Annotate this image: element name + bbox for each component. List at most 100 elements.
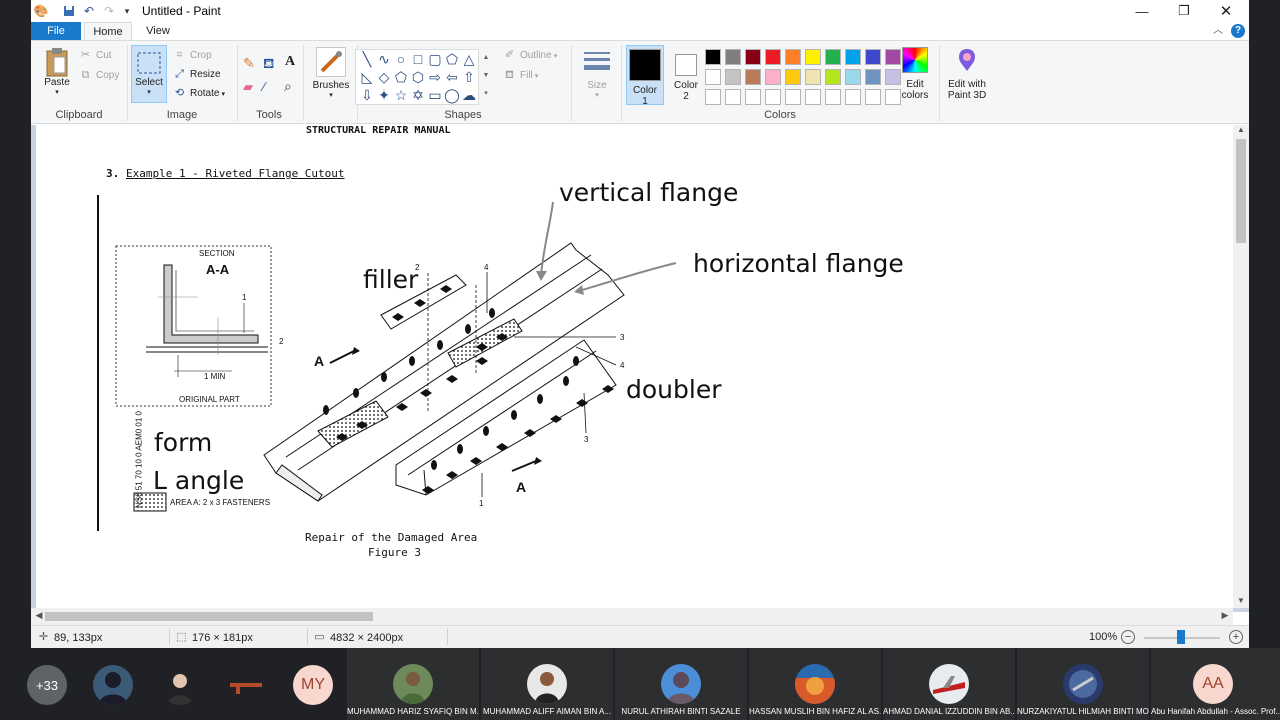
participant-tile[interactable]: NURUL ATHIRAH BINTI SAZALE (615, 648, 747, 720)
up-arrow-shape-icon[interactable]: ⇧ (460, 68, 478, 86)
resize-button[interactable]: ⤢ Resize (173, 68, 220, 81)
diamond-shape-icon[interactable]: ◇ (375, 68, 393, 86)
save-icon[interactable] (61, 3, 77, 19)
size-button[interactable]: Size ▾ (577, 47, 617, 99)
copy-button[interactable]: ⧉ Copy (79, 69, 120, 82)
palette-color-swatch[interactable] (805, 69, 821, 85)
six-point-star-icon[interactable]: ✡ (409, 86, 427, 104)
collapse-ribbon-icon[interactable]: ︿ (1211, 24, 1225, 38)
rounded-rect-shape-icon[interactable]: ▢ (426, 50, 444, 68)
brushes-button[interactable]: Brushes ▾ (309, 47, 353, 99)
triangle-shape-icon[interactable]: △ (460, 50, 478, 68)
color1-button[interactable]: Color 1 (626, 45, 664, 107)
participant-tile[interactable]: MUHAMMAD HARIZ SYAFIQ BIN M... (347, 648, 479, 720)
tab-file[interactable]: File (31, 22, 81, 40)
palette-color-swatch[interactable] (765, 69, 781, 85)
palette-color-swatch[interactable] (825, 69, 841, 85)
zoom-slider-thumb[interactable] (1177, 630, 1185, 644)
five-point-star-icon[interactable]: ☆ (392, 86, 410, 104)
palette-color-swatch[interactable] (745, 69, 761, 85)
palette-color-swatch[interactable] (725, 49, 741, 65)
four-point-star-icon[interactable]: ✦ (375, 86, 393, 104)
undo-icon[interactable]: ↶ (81, 3, 97, 19)
palette-color-swatch[interactable] (845, 69, 861, 85)
participant-tile[interactable]: NURZAKIYATUL HILMIAH BINTI MO... (1017, 648, 1149, 720)
hexagon-shape-icon[interactable]: ⬡ (409, 68, 427, 86)
palette-color-swatch[interactable] (865, 89, 881, 105)
palette-color-swatch[interactable] (805, 49, 821, 65)
participant-initials-avatar[interactable]: MY (293, 665, 333, 705)
vertical-scroll-thumb[interactable] (1236, 139, 1246, 243)
cloud-callout-icon[interactable]: ☁ (460, 86, 478, 104)
palette-color-swatch[interactable] (865, 69, 881, 85)
participant-tile[interactable]: AA Abu Hanifah Abdullah - Assoc. Prof... (1151, 648, 1280, 720)
eraser-icon[interactable]: ▰ (243, 79, 253, 95)
magnifier-icon[interactable]: ⌕ (284, 78, 292, 95)
left-arrow-shape-icon[interactable]: ⇦ (443, 68, 461, 86)
help-icon[interactable]: ? (1231, 24, 1245, 38)
right-triangle-shape-icon[interactable]: ◺ (358, 68, 376, 86)
shapes-scroll[interactable]: ▲ ▼ ▾ (480, 49, 492, 105)
oval-shape-icon[interactable]: ○ (392, 50, 410, 68)
outline-button[interactable]: ✐ Outline ▾ (503, 49, 557, 62)
scroll-right-icon[interactable]: ▶ (1219, 610, 1231, 621)
polygon-shape-icon[interactable]: ⬠ (443, 50, 461, 68)
palette-color-swatch[interactable] (825, 89, 841, 105)
participant-avatar[interactable] (93, 665, 133, 705)
curve-shape-icon[interactable]: ∿ (375, 50, 393, 68)
crop-button[interactable]: ⌗ Crop (173, 49, 211, 62)
more-participants-badge[interactable]: +33 (27, 665, 67, 705)
edit-with-paint3d-button[interactable]: Edit with Paint 3D (943, 47, 991, 101)
fill-bucket-icon[interactable]: ⛾ (263, 55, 274, 74)
palette-color-swatch[interactable] (785, 89, 801, 105)
palette-color-swatch[interactable] (745, 89, 761, 105)
horizontal-scrollbar[interactable]: ◀ ▶ (31, 608, 1233, 625)
participant-tile[interactable]: HASSAN MUSLIH BIN HAFIZ AL AS... (749, 648, 881, 720)
paste-button[interactable]: Paste ▾ (39, 47, 75, 96)
tab-view[interactable]: View (137, 22, 179, 40)
scroll-down-icon[interactable]: ▼ (1233, 596, 1249, 608)
palette-color-swatch[interactable] (845, 89, 861, 105)
scroll-left-icon[interactable]: ◀ (33, 610, 45, 621)
drawing-canvas[interactable]: STRUCTURAL REPAIR MANUAL 3. Example 1 - … (36, 125, 1233, 608)
participant-tile[interactable]: MUHAMMAD ALIFF AIMAN BIN A... (481, 648, 613, 720)
palette-color-swatch[interactable] (705, 49, 721, 65)
edit-colors-button[interactable]: Edit colors (895, 47, 935, 101)
participant-avatar[interactable] (160, 665, 200, 705)
color-picker-icon[interactable]: ⁄ (263, 79, 265, 94)
palette-color-swatch[interactable] (725, 89, 741, 105)
scroll-up-icon[interactable]: ▲ (1233, 125, 1249, 137)
palette-color-swatch[interactable] (805, 89, 821, 105)
palette-color-swatch[interactable] (865, 49, 881, 65)
tab-home[interactable]: Home (84, 22, 132, 40)
redo-icon[interactable]: ↷ (101, 3, 117, 19)
palette-color-swatch[interactable] (845, 49, 861, 65)
close-icon[interactable]: ✕ (1207, 0, 1245, 22)
palette-color-swatch[interactable] (785, 69, 801, 85)
line-shape-icon[interactable]: ╲ (358, 50, 376, 68)
restore-icon[interactable]: ❐ (1165, 0, 1203, 22)
text-tool-icon[interactable]: A (285, 54, 295, 70)
palette-color-swatch[interactable] (745, 49, 761, 65)
right-arrow-shape-icon[interactable]: ⇨ (426, 68, 444, 86)
participant-avatar[interactable] (226, 665, 266, 705)
cut-button[interactable]: ✂ Cut (79, 49, 112, 62)
vertical-scrollbar[interactable]: ▲ ▼ (1233, 125, 1249, 608)
rotate-button[interactable]: ⟲ Rotate ▾ (173, 87, 225, 100)
palette-color-swatch[interactable] (705, 89, 721, 105)
minimize-icon[interactable]: — (1123, 0, 1161, 22)
pencil-icon[interactable]: ✎ (243, 55, 255, 72)
select-button[interactable]: Select ▾ (131, 45, 167, 103)
palette-color-swatch[interactable] (785, 49, 801, 65)
down-arrow-shape-icon[interactable]: ⇩ (358, 86, 376, 104)
horizontal-scroll-thumb[interactable] (45, 612, 373, 621)
participant-tile[interactable]: AHMAD DANIAL IZZUDDIN BIN AB... (883, 648, 1015, 720)
palette-color-swatch[interactable] (705, 69, 721, 85)
color2-button[interactable]: Color 2 (667, 45, 705, 105)
fill-button[interactable]: ⛾ Fill ▾ (503, 69, 538, 82)
palette-color-swatch[interactable] (825, 49, 841, 65)
rect-callout-icon[interactable]: ▭ (426, 86, 444, 104)
rectangle-shape-icon[interactable]: □ (409, 50, 427, 68)
zoom-in-icon[interactable]: + (1229, 630, 1243, 644)
oval-callout-icon[interactable]: ◯ (443, 86, 461, 104)
